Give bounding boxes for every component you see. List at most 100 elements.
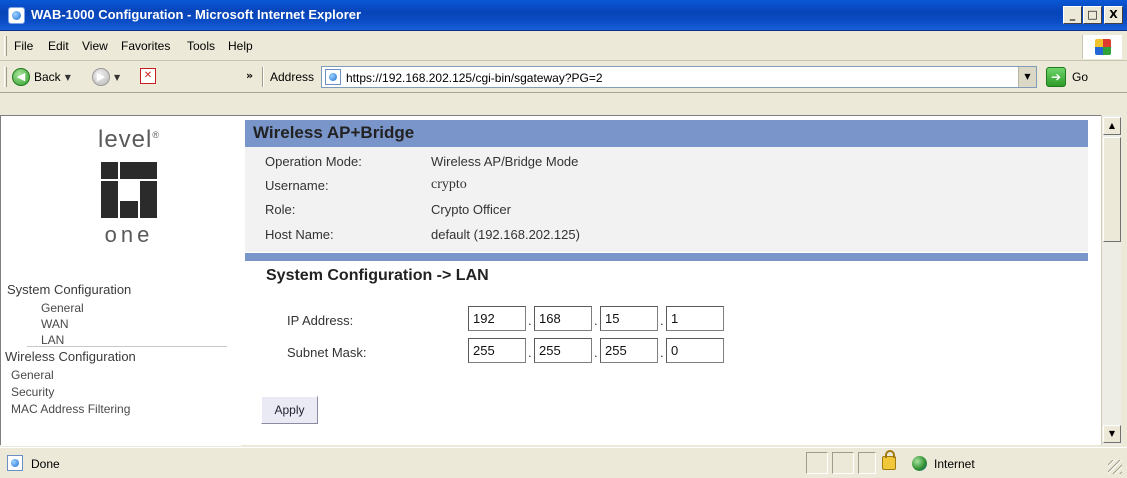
- menu-bar: File Edit View Favorites Tools Help: [0, 31, 1127, 61]
- username-label: Username:: [265, 178, 329, 193]
- logo-block: [101, 162, 118, 179]
- maximize-button[interactable]: □: [1083, 6, 1102, 24]
- logo-mark-icon: [101, 162, 157, 218]
- host-name-label: Host Name:: [265, 227, 334, 242]
- menu-edit[interactable]: Edit: [48, 39, 69, 53]
- nav-wireless-security[interactable]: Security: [11, 385, 54, 399]
- page-icon: [325, 69, 341, 85]
- logo-block: [120, 162, 157, 179]
- mask-dot: .: [528, 345, 532, 360]
- stop-icon[interactable]: ✕: [140, 68, 156, 84]
- menu-favorites[interactable]: Favorites: [121, 39, 170, 53]
- section-title: System Configuration -> LAN: [266, 267, 489, 284]
- levelone-logo: level® one: [79, 126, 179, 247]
- logo-level-text: level®: [79, 126, 179, 154]
- close-button[interactable]: X: [1104, 6, 1123, 24]
- mask-octet-3-input[interactable]: 255: [600, 338, 658, 363]
- logo-level-label: level: [98, 126, 153, 153]
- operation-mode-value: Wireless AP/Bridge Mode: [431, 154, 579, 169]
- operation-mode-label: Operation Mode:: [265, 154, 362, 169]
- mask-octet-1-input[interactable]: 255: [468, 338, 526, 363]
- menu-tools[interactable]: Tools: [187, 39, 215, 53]
- scroll-down-icon[interactable]: ▼: [1103, 425, 1121, 443]
- address-label: Address: [270, 70, 315, 84]
- menu-file[interactable]: File: [14, 39, 33, 53]
- back-arrow-icon: ◀: [12, 68, 30, 86]
- mask-octet-2-input[interactable]: 255: [534, 338, 592, 363]
- ie-page-icon: [8, 7, 25, 24]
- logo-one-text: one: [104, 222, 154, 247]
- mask-dot: .: [594, 345, 598, 360]
- nav-wireless-configuration[interactable]: Wireless Configuration: [5, 349, 136, 364]
- page-done-icon: [7, 455, 23, 471]
- ip-octet-4-input[interactable]: 1: [666, 306, 724, 331]
- menu-grip: [4, 36, 7, 56]
- ip-octet-2-input[interactable]: 168: [534, 306, 592, 331]
- resize-grip-icon[interactable]: [1108, 460, 1122, 474]
- subnet-mask-label: Subnet Mask:: [287, 345, 367, 360]
- address-bar[interactable]: https://192.168.202.125/cgi-bin/sgateway…: [321, 66, 1037, 88]
- info-header: Wireless AP+Bridge: [245, 120, 1088, 147]
- forward-button[interactable]: ▶ ▼: [92, 67, 120, 87]
- ip-octet-1-input[interactable]: 192: [468, 306, 526, 331]
- status-pane: [832, 452, 854, 474]
- scroll-up-icon[interactable]: ▲: [1103, 117, 1121, 135]
- go-button[interactable]: ➔ Go: [1046, 67, 1088, 87]
- ip-octet-3-input[interactable]: 15: [600, 306, 658, 331]
- logo-block: [140, 181, 157, 218]
- lock-icon[interactable]: [882, 450, 896, 470]
- nav-system-lan[interactable]: LAN: [41, 333, 64, 347]
- username-value: crypto: [431, 177, 467, 192]
- menu-help[interactable]: Help: [228, 39, 253, 53]
- navigation-toolbar: ◀ Back ▼ ▶ ▼ ✕ » Address https://192.168…: [0, 61, 1127, 93]
- sidebar: level® one System Configuration General …: [1, 116, 241, 446]
- vertical-scrollbar[interactable]: ▲ ▼: [1101, 115, 1121, 445]
- ip-address-label: IP Address:: [287, 313, 354, 328]
- role-value: Crypto Officer: [431, 202, 511, 217]
- page-content: level® one System Configuration General …: [0, 115, 1101, 446]
- internet-zone-icon: [912, 456, 927, 471]
- go-label: Go: [1072, 70, 1089, 84]
- scroll-thumb[interactable]: [1103, 137, 1121, 242]
- status-pane: [806, 452, 828, 474]
- windows-logo-icon: [1082, 35, 1122, 59]
- nav-divider: [27, 346, 227, 347]
- address-url[interactable]: https://192.168.202.125/cgi-bin/sgateway…: [346, 71, 603, 85]
- back-label: Back: [34, 70, 61, 84]
- mask-octet-4-input[interactable]: 0: [666, 338, 724, 363]
- toolbar-more-button[interactable]: »: [246, 69, 253, 82]
- ip-dot: .: [594, 313, 598, 328]
- nav-wireless-general[interactable]: General: [11, 368, 54, 382]
- forward-arrow-icon: ▶: [92, 68, 110, 86]
- security-zone-label[interactable]: Internet: [934, 457, 975, 471]
- status-text: Done: [31, 457, 60, 471]
- menu-view[interactable]: View: [82, 39, 108, 53]
- logo-registered-mark: ®: [152, 130, 160, 140]
- toolbar-grip: [4, 67, 7, 87]
- go-arrow-icon: ➔: [1046, 67, 1066, 87]
- nav-system-general[interactable]: General: [41, 301, 84, 315]
- chevron-down-icon[interactable]: ▼: [114, 73, 120, 82]
- back-button[interactable]: ◀ Back ▼: [12, 67, 71, 87]
- minimize-button[interactable]: _: [1063, 6, 1082, 24]
- nav-mac-address-filtering[interactable]: MAC Address Filtering: [11, 402, 130, 416]
- status-pane: [858, 452, 876, 474]
- device-info-panel: Operation Mode: Wireless AP/Bridge Mode …: [245, 147, 1088, 252]
- toolbar-separator: [262, 67, 264, 87]
- page-title: Wireless AP+Bridge: [253, 123, 415, 142]
- window-title: WAB-1000 Configuration - Microsoft Inter…: [31, 7, 362, 22]
- ip-dot: .: [528, 313, 532, 328]
- apply-button[interactable]: Apply: [261, 396, 318, 424]
- nav-system-configuration[interactable]: System Configuration: [7, 282, 131, 297]
- status-bar: Done Internet: [0, 447, 1127, 478]
- chevron-down-icon[interactable]: ▼: [65, 73, 71, 82]
- host-name-value: default (192.168.202.125): [431, 227, 580, 242]
- window-title-bar[interactable]: WAB-1000 Configuration - Microsoft Inter…: [0, 0, 1127, 31]
- mask-dot: .: [660, 345, 664, 360]
- section-divider: [245, 253, 1088, 261]
- logo-block: [120, 201, 138, 218]
- nav-system-wan[interactable]: WAN: [41, 317, 69, 331]
- role-label: Role:: [265, 202, 296, 217]
- address-dropdown-icon[interactable]: ▼: [1018, 67, 1036, 87]
- ip-dot: .: [660, 313, 664, 328]
